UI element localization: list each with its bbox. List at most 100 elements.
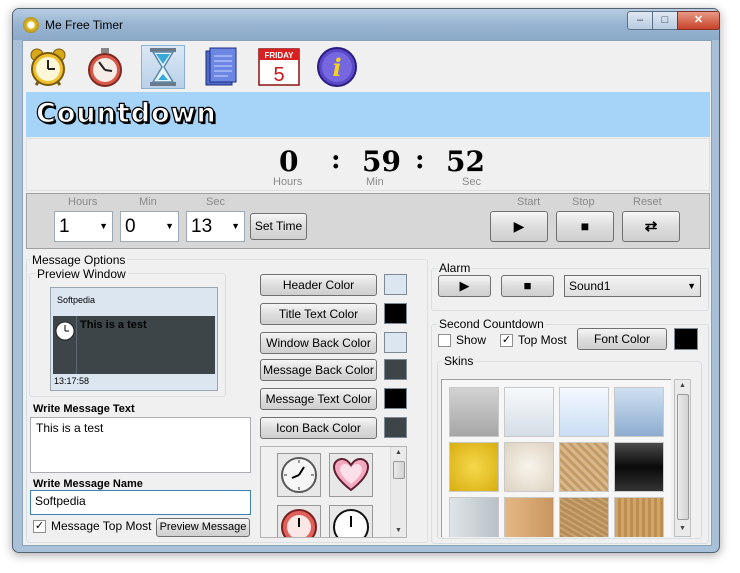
message-name-field[interactable]: Softpedia	[30, 490, 251, 515]
sec-label: Sec	[462, 176, 481, 188]
scroll-down-icon[interactable]: ▼	[679, 525, 686, 532]
header-color-swatch[interactable]	[384, 274, 407, 295]
alarm-stop-button[interactable]: ■	[501, 275, 554, 297]
scroll-thumb[interactable]	[677, 394, 689, 520]
stop-label: Stop	[572, 196, 595, 208]
alarm-label: Alarm	[437, 261, 473, 275]
top-most-checkbox[interactable]: ✓	[500, 334, 513, 347]
app-window: Me Free Timer – □ ✕ FRIDAY 5 i Countdown…	[12, 8, 720, 553]
message-top-most-label: Message Top Most	[51, 519, 152, 533]
message-name-value: Softpedia	[35, 494, 86, 508]
skin-tile[interactable]	[614, 387, 664, 437]
alarm-sound-value: Sound1	[569, 279, 611, 293]
countdown-banner: Countdown	[26, 92, 710, 137]
font-color-button[interactable]: Font Color	[577, 328, 667, 350]
skin-tile[interactable]	[449, 442, 499, 492]
icon-picker: ▲ ▼	[260, 446, 407, 538]
title-bar[interactable]: Me Free Timer – □ ✕	[13, 9, 720, 40]
message-back-color-button[interactable]: Message Back Color	[260, 359, 377, 381]
skin-tile[interactable]	[559, 387, 609, 437]
stop-icon: ■	[523, 278, 532, 293]
chevron-down-icon: ▼	[99, 221, 108, 231]
skin-tile[interactable]	[614, 442, 664, 492]
message-top-most-checkbox[interactable]: ✓	[33, 520, 46, 533]
skin-tile[interactable]	[614, 497, 664, 537]
preview-title: Softpedia	[57, 295, 96, 305]
scroll-up-icon[interactable]: ▲	[395, 449, 402, 456]
skin-tile[interactable]	[449, 497, 499, 537]
scroll-thumb[interactable]	[393, 461, 405, 479]
stopwatch-icon[interactable]	[83, 45, 127, 89]
red-clock-icon[interactable]	[277, 505, 321, 537]
message-text-field[interactable]: This is a test	[30, 417, 251, 473]
skin-tile[interactable]	[504, 497, 554, 537]
show-label: Show	[456, 333, 487, 347]
info-icon[interactable]: i	[315, 45, 359, 89]
window-back-color-swatch[interactable]	[384, 332, 407, 353]
icon-picker-scrollbar[interactable]: ▲ ▼	[390, 447, 406, 537]
start-button[interactable]: ▶	[490, 211, 548, 242]
reset-label: Reset	[633, 196, 662, 208]
minimize-button[interactable]: –	[627, 11, 653, 30]
hours-select[interactable]: 1 ▼	[54, 211, 113, 242]
set-time-button[interactable]: Set Time	[250, 213, 307, 240]
skins-label: Skins	[442, 354, 476, 368]
icon-back-color-button[interactable]: Icon Back Color	[260, 417, 377, 439]
heart-icon[interactable]	[329, 453, 373, 497]
notepad-icon[interactable]	[199, 45, 243, 89]
start-label: Start	[517, 196, 541, 208]
close-button[interactable]: ✕	[677, 11, 720, 30]
chevron-down-icon: ▼	[687, 281, 696, 291]
plain-clock-icon[interactable]	[329, 505, 373, 537]
window-back-color-button[interactable]: Window Back Color	[260, 332, 377, 354]
calendar-icon[interactable]: FRIDAY 5	[257, 45, 301, 89]
second-countdown-label: Second Countdown	[437, 317, 546, 331]
preview-window-label: Preview Window	[35, 267, 128, 281]
show-checkbox[interactable]	[438, 334, 451, 347]
skin-tile[interactable]	[449, 387, 499, 437]
alarm-play-button[interactable]: ▶	[438, 275, 491, 297]
hours-label: Hours	[273, 176, 303, 188]
skin-tile[interactable]	[559, 442, 609, 492]
min-label: Min	[366, 176, 384, 188]
minutes-select-value: 0	[125, 216, 136, 237]
minutes-select[interactable]: 0 ▼	[120, 211, 179, 242]
message-text-value: This is a test	[36, 421, 104, 435]
icon-back-color-swatch[interactable]	[384, 417, 407, 438]
stop-button[interactable]: ■	[556, 211, 614, 242]
font-color-swatch[interactable]	[674, 328, 698, 350]
preview-clock-icon	[55, 321, 75, 341]
alarm-clock-icon[interactable]	[26, 45, 70, 89]
toolbar: FRIDAY 5 i	[23, 41, 713, 91]
preview-message-button[interactable]: Preview Message	[156, 518, 250, 537]
seconds-select[interactable]: 13 ▼	[186, 211, 245, 242]
alarm-sound-select[interactable]: Sound1 ▼	[564, 275, 701, 297]
scroll-up-icon[interactable]: ▲	[679, 382, 686, 389]
chevron-down-icon: ▼	[231, 221, 240, 231]
message-options-label: Message Options	[30, 253, 128, 267]
colon-separator: :	[331, 145, 341, 175]
skin-tile[interactable]	[559, 497, 609, 537]
message-back-color-swatch[interactable]	[384, 359, 407, 380]
preview-time: 13:17:58	[54, 376, 90, 386]
hourglass-icon[interactable]	[141, 45, 185, 89]
message-text-color-button[interactable]: Message Text Color	[260, 388, 377, 410]
reset-button[interactable]: ⇄	[622, 211, 680, 242]
message-text-color-swatch[interactable]	[384, 388, 407, 409]
app-clock-icon	[23, 17, 39, 33]
seconds-select-value: 13	[191, 216, 213, 237]
wall-clock-icon[interactable]	[277, 453, 321, 497]
calendar-month: FRIDAY	[264, 51, 294, 60]
play-icon: ▶	[459, 278, 470, 293]
skin-tile[interactable]	[504, 442, 554, 492]
reset-icon: ⇄	[644, 218, 658, 235]
play-icon: ▶	[513, 218, 525, 234]
title-text-color-swatch[interactable]	[384, 303, 407, 324]
title-text-color-button[interactable]: Title Text Color	[260, 303, 377, 325]
maximize-button[interactable]: □	[652, 11, 678, 30]
preview-message-text: This is a test	[80, 319, 147, 331]
skins-scrollbar[interactable]: ▲ ▼	[674, 379, 691, 537]
scroll-down-icon[interactable]: ▼	[395, 527, 402, 534]
header-color-button[interactable]: Header Color	[260, 274, 377, 296]
skin-tile[interactable]	[504, 387, 554, 437]
